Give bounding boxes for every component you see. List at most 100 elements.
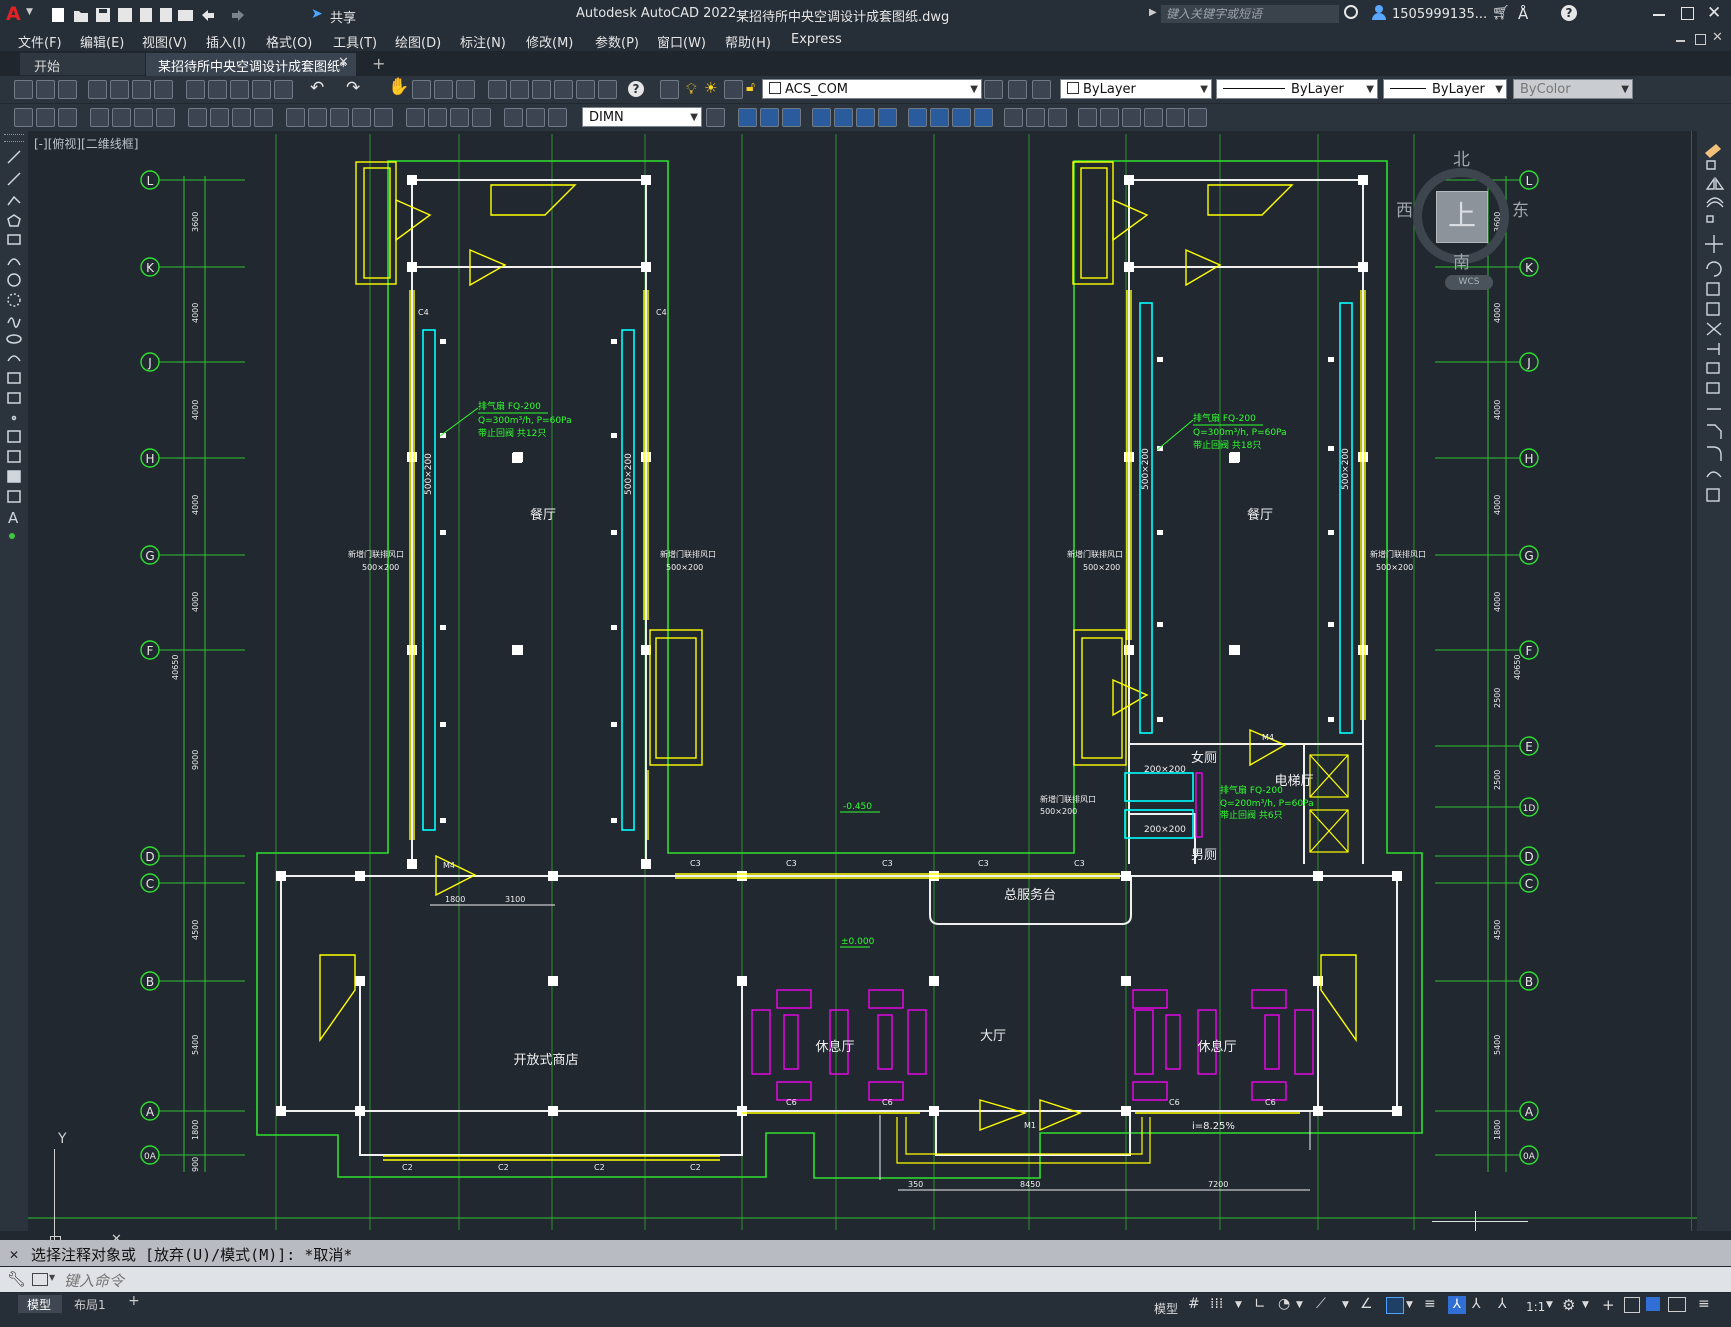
extend-tool-icon[interactable] xyxy=(1707,343,1720,355)
3dprint-icon[interactable] xyxy=(154,80,173,99)
scale-dropdown-icon[interactable]: ▼ xyxy=(1546,1300,1553,1310)
snap-icon[interactable]: ⁞⁞⁞ xyxy=(1210,1296,1223,1312)
xref-icon[interactable] xyxy=(1188,108,1207,127)
tab-layout1[interactable]: 布局1 xyxy=(66,1295,118,1313)
autodesk-a360-icon[interactable]: Å xyxy=(1518,5,1528,23)
menu-file[interactable]: 文件(F) xyxy=(18,32,62,51)
join-icon[interactable] xyxy=(1004,108,1023,127)
arc-icon[interactable] xyxy=(7,258,21,266)
tab-close-icon[interactable]: ✕ xyxy=(338,55,349,70)
layer-properties-icon[interactable] xyxy=(660,80,679,99)
inspection-icon[interactable] xyxy=(450,108,469,127)
viewcube-west[interactable]: 西 xyxy=(1396,196,1413,221)
undo-tool-icon[interactable]: ↶ xyxy=(310,78,324,98)
draworder-icon[interactable] xyxy=(14,108,33,127)
chamfer-tool-icon[interactable] xyxy=(1707,424,1722,439)
quickcalc-icon[interactable] xyxy=(598,80,617,99)
clean-screen-icon[interactable] xyxy=(1668,1297,1686,1312)
center-mark-icon[interactable] xyxy=(428,108,447,127)
polyline-icon[interactable] xyxy=(7,195,21,206)
search-expand-icon[interactable]: ▶ xyxy=(1149,7,1157,18)
redo-tool-icon[interactable]: ↷ xyxy=(346,78,360,98)
hatch-edit-icon[interactable] xyxy=(36,108,55,127)
share-button[interactable]: 共享 xyxy=(330,7,356,26)
dimstyle-dropdown[interactable]: DIMN ▼ xyxy=(582,107,702,127)
annotation-visibility-icon[interactable]: ⅄ xyxy=(1472,1296,1481,1312)
command-close-icon[interactable]: ✕ xyxy=(9,1248,19,1262)
new-file-icon[interactable] xyxy=(52,8,64,22)
matchprop-icon[interactable] xyxy=(252,80,271,99)
table-icon[interactable] xyxy=(7,490,21,503)
insert-icon[interactable] xyxy=(7,372,21,384)
wcs-menu-button[interactable]: WCS xyxy=(1445,275,1493,290)
layer-dropdown[interactable]: ACS_COM ▼ xyxy=(762,79,982,99)
doc-restore-button[interactable] xyxy=(1695,34,1706,45)
stretch-icon[interactable] xyxy=(908,108,927,127)
make-block-icon[interactable] xyxy=(1144,108,1163,127)
maximize-button[interactable] xyxy=(1681,7,1694,20)
color-dropdown[interactable]: ByLayer ▼ xyxy=(1060,79,1212,99)
dim-ordinate-icon[interactable] xyxy=(156,108,175,127)
viewcube-south[interactable]: 南 xyxy=(1453,248,1470,273)
menu-tools[interactable]: 工具(T) xyxy=(333,32,377,51)
doc-close-button[interactable]: ✕ xyxy=(1712,30,1723,45)
cart-icon[interactable]: 🛒︎ xyxy=(1492,5,1510,21)
attach-icon[interactable] xyxy=(1166,108,1185,127)
otrack-icon[interactable]: ∠ xyxy=(1360,1296,1373,1312)
annotation-autoscale-icon[interactable]: ⅄ xyxy=(1498,1296,1507,1312)
mirror-tool-icon[interactable] xyxy=(1705,176,1725,190)
minimize-button[interactable] xyxy=(1653,14,1665,16)
app-menu-arrow-icon[interactable]: ▼ xyxy=(26,7,33,17)
mtext-icon[interactable]: A xyxy=(8,509,19,527)
canvas-vertical-scroll[interactable] xyxy=(1691,131,1692,1231)
dim-diameter-icon[interactable] xyxy=(232,108,251,127)
dim-angular-icon[interactable] xyxy=(254,108,273,127)
polar-icon[interactable]: ◔ xyxy=(1278,1296,1290,1312)
stretch-tool-icon[interactable] xyxy=(1706,302,1720,316)
menu-dimension[interactable]: 标注(N) xyxy=(460,32,506,51)
blockedit-icon[interactable] xyxy=(274,80,293,99)
add-selected-icon[interactable] xyxy=(9,533,15,539)
layer-previous-icon[interactable] xyxy=(1008,80,1027,99)
break-tool-icon[interactable] xyxy=(1706,382,1720,394)
recent-commands-icon[interactable] xyxy=(32,1273,48,1286)
qdim-icon[interactable] xyxy=(286,108,305,127)
polygon-icon[interactable] xyxy=(7,214,21,227)
dim-edit-icon[interactable] xyxy=(504,108,523,127)
osnap-icon[interactable] xyxy=(1386,1297,1404,1314)
copy-tool-icon[interactable] xyxy=(738,108,757,127)
dim-arc-icon[interactable] xyxy=(134,108,153,127)
publish-icon[interactable] xyxy=(132,80,151,99)
fillet-tool-icon[interactable] xyxy=(1707,446,1722,461)
dim-space-icon[interactable] xyxy=(352,108,371,127)
plot-icon[interactable] xyxy=(178,10,193,21)
close-button[interactable]: ✕ xyxy=(1707,3,1721,23)
move-icon[interactable] xyxy=(834,108,853,127)
drawing-canvas[interactable]: [-][俯视][二维线框] L K J H G F D C B A 0A L K… xyxy=(28,131,1697,1247)
save-as-icon[interactable] xyxy=(118,8,132,22)
dim-baseline-icon[interactable] xyxy=(308,108,327,127)
fillet-icon[interactable] xyxy=(1048,108,1067,127)
extend-icon[interactable] xyxy=(952,108,971,127)
dim-jogged-icon[interactable] xyxy=(210,108,229,127)
point-icon[interactable] xyxy=(11,415,17,421)
viewcube-top-face[interactable]: 上 xyxy=(1436,191,1488,243)
search-input[interactable]: 键入关键字或短语 xyxy=(1161,5,1339,23)
menu-draw[interactable]: 绘图(D) xyxy=(395,32,441,51)
isodraft-icon[interactable]: ⟋ xyxy=(1316,1296,1326,1312)
circle-icon[interactable] xyxy=(7,273,21,287)
menu-express[interactable]: Express xyxy=(791,32,842,47)
erase-tool-icon[interactable] xyxy=(1704,144,1722,158)
rotate-tool-icon[interactable] xyxy=(1706,261,1722,277)
menu-format[interactable]: 格式(O) xyxy=(266,32,312,51)
autocad-logo-icon[interactable]: A xyxy=(6,4,24,24)
tab-start[interactable]: 开始 xyxy=(20,53,145,75)
menu-window[interactable]: 窗口(W) xyxy=(657,32,706,51)
scale-tool-icon[interactable] xyxy=(1706,282,1720,296)
dim-continue-icon[interactable] xyxy=(330,108,349,127)
dim-aligned-icon[interactable] xyxy=(112,108,131,127)
open-web-icon[interactable] xyxy=(140,8,152,22)
erase-icon[interactable] xyxy=(1100,108,1119,127)
layer-vp-icon[interactable] xyxy=(724,80,743,99)
dim-linear-icon[interactable] xyxy=(90,108,109,127)
